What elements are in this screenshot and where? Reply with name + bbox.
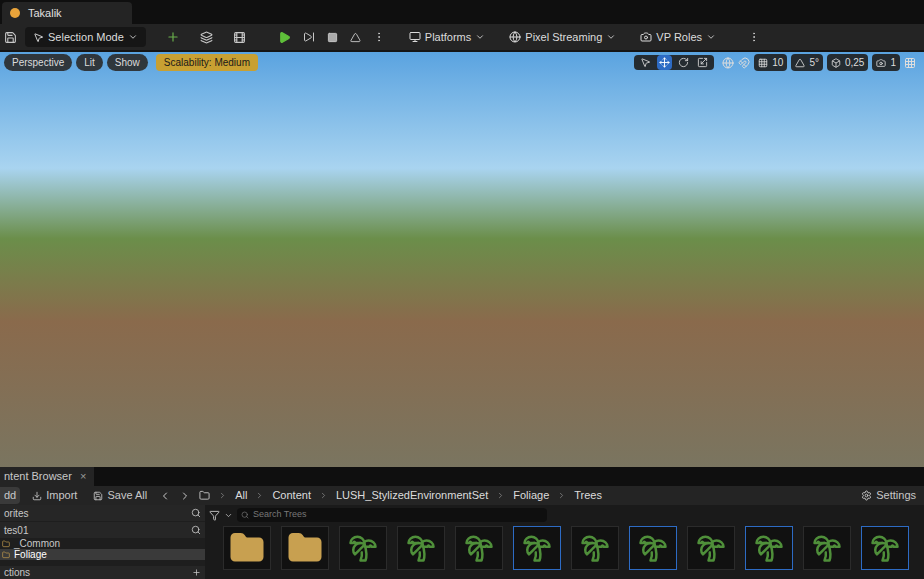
stop-icon[interactable] — [327, 32, 338, 43]
settings-button[interactable]: Settings — [861, 487, 916, 504]
main-toolbar: Selection Mode Platforms Pixel Streaming VP… — [0, 24, 924, 50]
breadcrumb[interactable]: Foliage — [513, 487, 549, 504]
asset-tile[interactable] — [223, 526, 271, 570]
folder-tree-item[interactable]: Foliage — [0, 549, 205, 560]
asset-tile[interactable] — [397, 526, 445, 570]
world-space-icon[interactable] — [722, 57, 734, 69]
step-icon[interactable] — [303, 31, 315, 43]
asset-tile[interactable] — [571, 526, 619, 570]
filter-icon[interactable] — [209, 510, 220, 521]
palm-tree-icon — [348, 533, 378, 563]
browser-toolbar: dd Import Save All All Content LUSH_StylizedE… — [0, 486, 924, 505]
snap-setting[interactable]: 1 — [872, 54, 900, 71]
search-field[interactable]: Search Trees — [237, 508, 547, 522]
viewport-button[interactable]: Lit — [76, 54, 103, 71]
snap-setting[interactable]: 0,25 — [827, 54, 868, 71]
toolbar-menu[interactable]: VP Roles — [640, 29, 716, 46]
snap-setting[interactable]: 5° — [791, 54, 823, 71]
save-icon[interactable] — [4, 31, 17, 44]
viewport-button[interactable]: Show — [107, 54, 148, 71]
asset-tile[interactable] — [745, 526, 793, 570]
sources-panel: oritestes01_CommonFoliagections — [0, 505, 205, 579]
transform-tool-icon[interactable] — [657, 55, 672, 70]
viewport-toolbar: PerspectiveLitShow Scalability: Medium 105… — [0, 54, 924, 71]
transform-tool-icon[interactable] — [676, 55, 691, 70]
viewport-button[interactable]: Perspective — [4, 54, 72, 71]
eject-icon[interactable] — [350, 32, 361, 43]
asset-tile[interactable] — [281, 526, 329, 570]
asset-tile[interactable] — [455, 526, 503, 570]
asset-tile[interactable] — [861, 526, 909, 570]
palm-tree-icon — [870, 533, 900, 563]
folder-icon — [199, 490, 210, 501]
breadcrumb[interactable]: Content — [272, 487, 311, 504]
back-icon[interactable] — [159, 490, 171, 502]
more-icon[interactable] — [748, 31, 760, 43]
surface-snap-icon[interactable] — [738, 57, 750, 69]
asset-tile[interactable] — [803, 526, 851, 570]
scalability-badge[interactable]: Scalability: Medium — [156, 54, 258, 71]
palm-tree-icon — [406, 533, 436, 563]
unreal-logo-icon — [10, 8, 20, 18]
palm-tree-icon — [522, 533, 552, 563]
add-icon[interactable] — [166, 30, 180, 44]
breadcrumb[interactable]: LUSH_StylizedEnvironmentSet — [336, 487, 488, 504]
title-bar: Takalik — [0, 0, 924, 24]
viewport[interactable]: PerspectiveLitShow Scalability: Medium 105… — [0, 52, 924, 467]
play-icon[interactable] — [278, 31, 291, 44]
cinematics-icon[interactable] — [233, 31, 246, 44]
breadcrumb[interactable]: All — [235, 487, 247, 504]
browser-action[interactable]: dd — [0, 487, 20, 504]
asset-tile[interactable] — [687, 526, 735, 570]
palm-tree-icon — [696, 533, 726, 563]
breadcrumb[interactable]: Trees — [574, 487, 602, 504]
toolbar-menu[interactable]: Pixel Streaming — [509, 29, 616, 46]
blueprint-icon[interactable] — [200, 31, 213, 44]
folder-icon — [287, 530, 323, 566]
palm-tree-icon — [464, 533, 494, 563]
collections-header[interactable]: ctions — [0, 566, 205, 579]
asset-tile[interactable] — [629, 526, 677, 570]
palm-tree-icon — [812, 533, 842, 563]
editor-window: Takalik Selection Mode Platforms Pixel Stre… — [0, 0, 924, 579]
content-browser: ntent Browser×dd Import Save All All Content… — [0, 467, 924, 579]
more-icon[interactable] — [373, 31, 385, 43]
palm-tree-icon — [580, 533, 610, 563]
content-browser-tab[interactable]: ntent Browser× — [0, 467, 94, 486]
root-header[interactable]: tes01 — [0, 522, 205, 538]
favorites-header[interactable]: orites — [0, 505, 205, 521]
asset-tile[interactable] — [513, 526, 561, 570]
folder-icon — [229, 530, 265, 566]
folder-tree-item[interactable]: _Common — [0, 538, 205, 549]
transform-tool-icon[interactable] — [695, 55, 710, 70]
transform-tool-icon[interactable] — [638, 55, 653, 70]
panel-tab-bar: ntent Browser× — [0, 467, 924, 486]
asset-tile[interactable] — [339, 526, 387, 570]
asset-grid — [209, 526, 920, 570]
palm-tree-icon — [638, 533, 668, 563]
close-button[interactable]: × — [80, 468, 86, 485]
folder-tree: _CommonFoliage — [0, 538, 205, 560]
browser-action[interactable]: Save All — [89, 487, 151, 504]
snap-setting[interactable]: 10 — [754, 54, 787, 71]
palm-tree-icon — [754, 533, 784, 563]
level-tab[interactable]: Takalik — [2, 2, 132, 24]
browser-action[interactable]: Import — [28, 487, 81, 504]
toolbar-menu[interactable]: Platforms — [409, 29, 485, 46]
selection-mode-button[interactable]: Selection Mode — [25, 27, 146, 48]
forward-icon[interactable] — [179, 490, 191, 502]
layout-icon[interactable] — [904, 57, 916, 69]
